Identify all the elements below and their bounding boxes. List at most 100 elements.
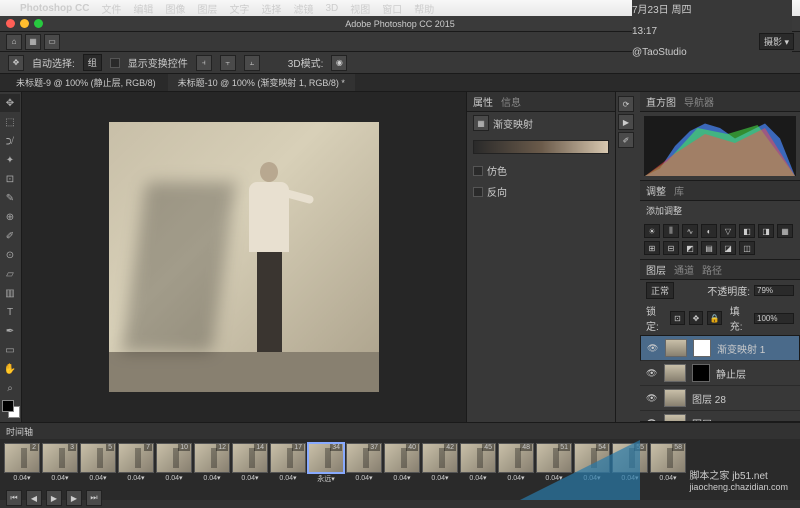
menu-help[interactable]: 帮助 <box>414 1 434 16</box>
layer-mask[interactable] <box>692 364 710 382</box>
adj-hue-icon[interactable]: ◧ <box>739 224 755 238</box>
visibility-icon[interactable]: 👁 <box>647 343 659 354</box>
type-tool[interactable]: T <box>0 303 20 321</box>
layer-row[interactable]: 👁图层 27 <box>640 411 800 422</box>
timeline-frame[interactable]: 120.04▾ <box>194 443 230 484</box>
adj-gradient-icon[interactable]: ◫ <box>739 241 755 255</box>
gradient-preview[interactable] <box>473 140 609 154</box>
zoom-tool[interactable]: ⌕ <box>0 379 20 397</box>
adj-photo-icon[interactable]: ▦ <box>777 224 793 238</box>
tab-histogram[interactable]: 直方图 <box>646 94 676 109</box>
timeline-frame[interactable]: 30.04▾ <box>42 443 78 484</box>
align-right-icon[interactable]: ⫠ <box>244 55 260 71</box>
home-icon[interactable]: ⌂ <box>6 34 22 50</box>
tl-next-icon[interactable]: ▶ <box>66 490 82 506</box>
menu-edit[interactable]: 编辑 <box>133 1 153 16</box>
workspace-select[interactable]: 摄影 ▾ <box>759 33 794 50</box>
layer-row[interactable]: 👁静止层 <box>640 361 800 386</box>
menu-image[interactable]: 图像 <box>165 1 185 16</box>
brush-tool[interactable]: ✐ <box>0 227 20 245</box>
crop-tool[interactable]: ⊡ <box>0 170 20 188</box>
adj-lookup-icon[interactable]: ⊟ <box>663 241 679 255</box>
align-center-icon[interactable]: ⫟ <box>220 55 236 71</box>
auto-select-dropdown[interactable]: 组 <box>83 54 102 71</box>
timeline-frame[interactable]: 420.04▾ <box>422 443 458 484</box>
zoom-icon[interactable] <box>34 19 43 28</box>
move-tool[interactable]: ✥ <box>0 94 20 112</box>
adj-bw-icon[interactable]: ◨ <box>758 224 774 238</box>
doc-tab-1[interactable]: 未标题-9 @ 100% (静止层, RGB/8) <box>6 74 166 91</box>
fill-input[interactable] <box>754 313 794 324</box>
menu-view[interactable]: 视图 <box>350 1 370 16</box>
visibility-icon[interactable]: 👁 <box>646 368 658 379</box>
adj-brightness-icon[interactable]: ☀ <box>644 224 660 238</box>
lock-pixels-icon[interactable]: ⊡ <box>670 311 684 325</box>
gradient-tool[interactable]: ▥ <box>0 284 20 302</box>
tab-paths[interactable]: 路径 <box>702 262 722 277</box>
menu-window[interactable]: 窗口 <box>382 1 402 16</box>
layer-row[interactable]: 👁渐变映射 1 <box>640 335 800 361</box>
tl-play-icon[interactable]: ▶ <box>46 490 62 506</box>
menu-layer[interactable]: 图层 <box>197 1 217 16</box>
align-left-icon[interactable]: ⫞ <box>196 55 212 71</box>
tl-last-icon[interactable]: ⏭ <box>86 490 102 506</box>
menu-select[interactable]: 选择 <box>261 1 281 16</box>
timeline-frame[interactable]: 140.04▾ <box>232 443 268 484</box>
tab-properties[interactable]: 属性 <box>473 94 493 109</box>
marquee-tool[interactable]: ⬚ <box>0 113 20 131</box>
adj-exposure-icon[interactable]: ◐ <box>701 224 717 238</box>
menu-3d[interactable]: 3D <box>325 3 338 14</box>
timeline-frame[interactable]: 450.04▾ <box>460 443 496 484</box>
tl-first-icon[interactable]: ⏮ <box>6 490 22 506</box>
app-name[interactable]: Photoshop CC <box>20 3 89 14</box>
tl-prev-icon[interactable]: ◀ <box>26 490 42 506</box>
adj-invert-icon[interactable]: ◩ <box>682 241 698 255</box>
lock-position-icon[interactable]: ✥ <box>689 311 703 325</box>
adj-levels-icon[interactable]: ⫼ <box>663 224 679 238</box>
timeline-frame[interactable]: 34永远▾ <box>308 443 344 484</box>
opacity-input[interactable] <box>754 285 794 296</box>
visibility-icon[interactable]: 👁 <box>646 393 658 404</box>
stamp-tool[interactable]: ⊙ <box>0 246 20 264</box>
tab-info[interactable]: 信息 <box>501 94 521 109</box>
layer-row[interactable]: 👁图层 28 <box>640 386 800 411</box>
dither-checkbox[interactable] <box>473 166 483 176</box>
3d-orbit-icon[interactable]: ◉ <box>331 55 347 71</box>
pen-tool[interactable]: ✒ <box>0 322 20 340</box>
doc-tab-2[interactable]: 未标题-10 @ 100% (渐变映射 1, RGB/8) * <box>168 74 355 91</box>
show-transform-checkbox[interactable] <box>110 58 120 68</box>
timeline-frame[interactable]: 170.04▾ <box>270 443 306 484</box>
actions-icon[interactable]: ▶ <box>618 114 634 130</box>
tab-layers[interactable]: 图层 <box>646 262 666 277</box>
new-icon[interactable]: ▦ <box>25 34 41 50</box>
timeline-frame[interactable]: 20.04▾ <box>4 443 40 484</box>
adj-threshold-icon[interactable]: ◪ <box>720 241 736 255</box>
adj-mixer-icon[interactable]: ⊞ <box>644 241 660 255</box>
lock-all-icon[interactable]: 🔒 <box>707 311 721 325</box>
timeline-frame[interactable]: 100.04▾ <box>156 443 192 484</box>
timeline-frame[interactable]: 70.04▾ <box>118 443 154 484</box>
wand-tool[interactable]: ✦ <box>0 151 20 169</box>
move-tool-icon[interactable]: ✥ <box>8 55 24 71</box>
visibility-icon[interactable]: 👁 <box>646 418 658 423</box>
history-icon[interactable]: ⟳ <box>618 96 634 112</box>
tab-channels[interactable]: 通道 <box>674 262 694 277</box>
color-swatch[interactable] <box>2 400 20 418</box>
tab-adjustments[interactable]: 调整 <box>646 183 666 198</box>
adj-vibrance-icon[interactable]: ▽ <box>720 224 736 238</box>
adj-poster-icon[interactable]: ▤ <box>701 241 717 255</box>
tab-navigator[interactable]: 导航器 <box>684 94 714 109</box>
layer-mask[interactable] <box>693 339 711 357</box>
eraser-tool[interactable]: ▱ <box>0 265 20 283</box>
reverse-checkbox[interactable] <box>473 187 483 197</box>
minimize-icon[interactable] <box>20 19 29 28</box>
eyedropper-tool[interactable]: ✎ <box>0 189 20 207</box>
shape-tool[interactable]: ▭ <box>0 341 20 359</box>
adj-curves-icon[interactable]: ∿ <box>682 224 698 238</box>
canvas-area[interactable] <box>22 92 466 422</box>
menu-file[interactable]: 文件 <box>101 1 121 16</box>
timeline-frame[interactable]: 370.04▾ <box>346 443 382 484</box>
timeline-frame[interactable]: 580.04▾ <box>650 443 686 484</box>
lasso-tool[interactable]: ⟉ <box>0 132 20 150</box>
brushes-icon[interactable]: ✐ <box>618 132 634 148</box>
